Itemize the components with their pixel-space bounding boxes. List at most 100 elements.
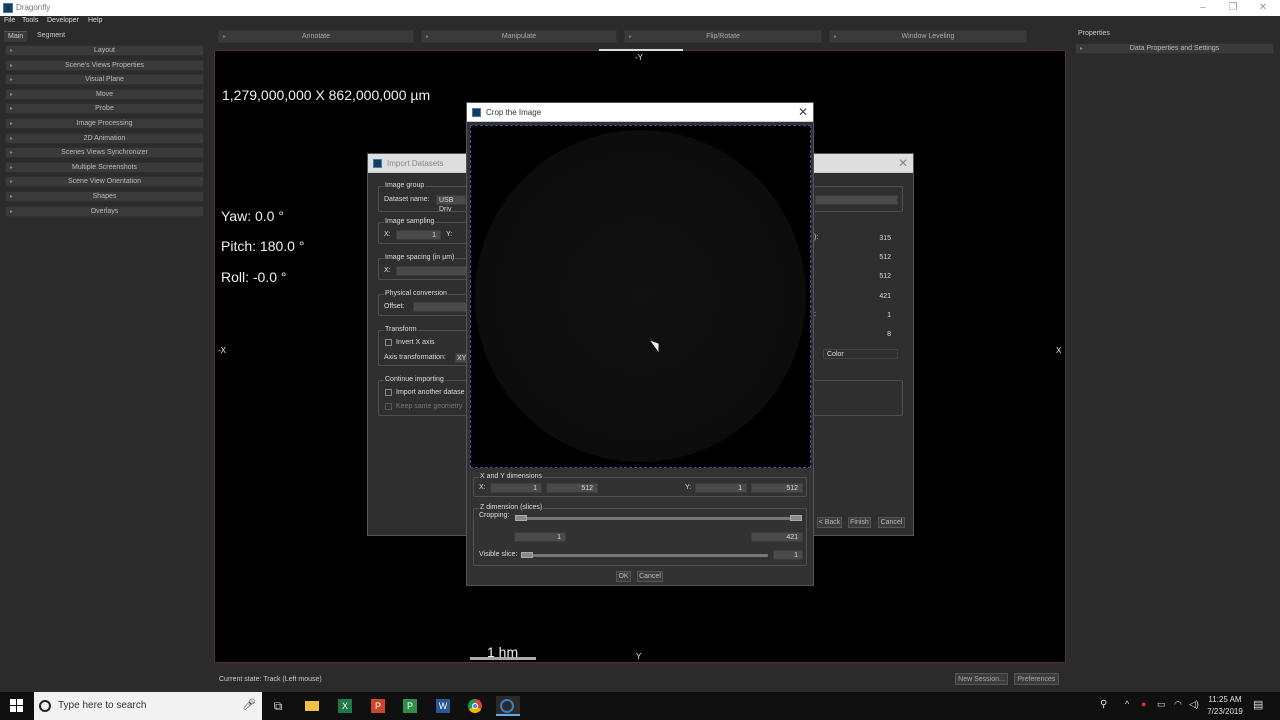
section-layout[interactable]: ▸ Layout — [5, 45, 204, 56]
sampling-x-input[interactable]: 1 — [396, 230, 441, 240]
minimize-icon[interactable]: – — [1188, 1, 1218, 14]
excel-icon[interactable]: X — [335, 696, 355, 716]
menu-tools[interactable]: Tools — [22, 17, 38, 24]
section-image-processing[interactable]: ▸ Image Processing — [5, 118, 204, 129]
image-sampling-legend: Image sampling — [384, 218, 436, 225]
import-dialog-title: Import Datasets — [387, 159, 444, 168]
preferences-button[interactable]: Preferences — [1014, 673, 1059, 685]
section-data-properties[interactable]: ▸ Data Properties and Settings — [1075, 43, 1274, 54]
section-label: Scene's Views Properties — [64, 61, 145, 69]
crop-preview[interactable] — [470, 125, 811, 468]
crop-dialog-title: Crop the Image — [486, 108, 542, 117]
z-dimension-legend: Z dimension (slices) — [479, 504, 544, 511]
section-scene-s-views-properties[interactable]: ▸ Scene's Views Properties — [5, 59, 204, 71]
word-icon[interactable]: W — [433, 696, 453, 716]
close-icon[interactable]: ✕ — [898, 156, 908, 170]
section-visual-plane[interactable]: ▸ Visual Plane — [5, 74, 204, 86]
file-explorer-icon[interactable] — [302, 696, 322, 716]
expand-arrow-icon: ▸ — [10, 77, 14, 84]
expand-arrow-icon: ▸ — [10, 121, 14, 127]
section-label: Move — [95, 90, 114, 98]
sampling-y-label: Y: — [446, 231, 453, 238]
menu-file[interactable]: File — [4, 17, 15, 24]
dataset-path-field[interactable] — [815, 195, 898, 205]
right-value-5[interactable]: 8 — [826, 329, 896, 339]
z-max-input[interactable]: 421 — [751, 532, 803, 542]
chrome-icon[interactable] — [465, 696, 485, 716]
section-overlays[interactable]: ▸ Overlays — [5, 205, 204, 217]
clock-date[interactable]: 7/23/2019 — [1203, 707, 1247, 716]
offset-input[interactable] — [413, 302, 468, 312]
tab-flip-rotate[interactable]: ▸ Flip/Rotate — [624, 30, 822, 43]
right-value-0[interactable]: 315 — [826, 233, 896, 243]
microphone-icon[interactable]: 🎤︎ — [242, 698, 256, 711]
windows-start-icon[interactable] — [10, 699, 24, 713]
cropping-slider-min-handle[interactable] — [515, 515, 527, 521]
new-session-button[interactable]: New Session... — [955, 673, 1008, 685]
dragonfly-taskbar-icon[interactable] — [496, 696, 520, 716]
show-hidden-icons[interactable]: ^ — [1125, 699, 1129, 709]
dataset-name-input[interactable]: USB Driv — [436, 195, 466, 213]
tab-window-leveling[interactable]: ▸ Window Leveling — [829, 30, 1027, 43]
expand-arrow-icon: ▸ — [10, 179, 14, 186]
section-scene-view-orientation[interactable]: ▸ Scene View Orientation — [5, 176, 204, 188]
section-probe[interactable]: ▸ Probe — [5, 103, 204, 115]
notifications-icon[interactable]: ▤ — [1253, 698, 1263, 711]
restore-icon[interactable]: ❐ — [1218, 1, 1248, 14]
invert-x-checkbox[interactable] — [385, 339, 392, 346]
close-icon[interactable]: ✕ — [798, 105, 808, 119]
visible-slice-slider-track[interactable] — [522, 554, 768, 557]
section-shapes[interactable]: ▸ Shapes — [5, 191, 204, 202]
axis-label-top: -Y — [635, 53, 643, 62]
visible-slice-slider-handle[interactable] — [521, 552, 533, 558]
tray-app-icon[interactable]: ● — [1141, 699, 1146, 709]
section-data-properties-label: Data Properties and Settings — [1129, 45, 1220, 52]
people-icon[interactable]: ⚲ — [1100, 699, 1107, 710]
import-another-checkbox[interactable] — [385, 389, 392, 396]
spacing-x-input[interactable] — [396, 266, 468, 276]
expand-arrow-icon: ▸ — [10, 208, 14, 215]
right-value-1[interactable]: 512 — [826, 252, 896, 262]
finish-button[interactable]: Finish — [848, 517, 871, 528]
section-scenes-views-synchronizer[interactable]: ▸ Scenes Views Synchronizer — [5, 147, 204, 159]
back-button[interactable]: < Back — [817, 517, 842, 528]
tab-annotate[interactable]: ▸ Annotate — [218, 30, 414, 43]
right-value-4[interactable]: 1 — [826, 310, 896, 320]
crop-x-min[interactable]: 1 — [490, 483, 542, 493]
crop-y-max[interactable]: 512 — [751, 483, 803, 493]
cropping-slider-max-handle[interactable] — [790, 515, 802, 521]
section-multiple-screenshots[interactable]: ▸ Multiple Screenshots — [5, 161, 204, 173]
z-min-input[interactable]: 1 — [514, 532, 566, 542]
crop-y-min[interactable]: 1 — [695, 483, 747, 493]
menu-help[interactable]: Help — [88, 17, 102, 24]
section-move[interactable]: ▸ Move — [5, 88, 204, 100]
menu-developer[interactable]: Developer — [47, 17, 79, 24]
tab-main[interactable]: Main — [4, 31, 28, 42]
taskbar-search-box[interactable]: Type here to search 🎤︎ — [34, 692, 262, 720]
ok-button[interactable]: OK — [616, 571, 631, 582]
project-icon[interactable]: P — [400, 696, 420, 716]
right-value-2[interactable]: 512 — [826, 271, 896, 281]
right-value-3[interactable]: 421 — [826, 291, 896, 301]
crop-image-dialog: Crop the Image ✕ X and Y dimensions X: 1… — [466, 102, 814, 586]
expand-arrow-icon: ▸ — [426, 34, 430, 40]
section-2d-animation[interactable]: ▸ 2D Animation — [5, 132, 204, 144]
tab-segment[interactable]: Segment — [33, 31, 69, 42]
visible-slice-input[interactable]: 1 — [773, 550, 803, 560]
cropping-slider-track[interactable] — [516, 517, 801, 520]
crop-x-max[interactable]: 512 — [546, 483, 598, 493]
clock-time[interactable]: 11:25 AM — [1203, 695, 1247, 704]
close-icon[interactable]: ✕ — [1248, 1, 1278, 14]
volume-icon[interactable]: ◁) — [1189, 699, 1199, 710]
import-cancel-button[interactable]: Cancel — [878, 517, 905, 528]
crop-cancel-button[interactable]: Cancel — [637, 571, 663, 582]
color-select[interactable]: Color — [823, 349, 898, 359]
keep-geometry-label: Keep same geometry — [396, 403, 463, 410]
wifi-icon[interactable]: ◠ — [1174, 699, 1182, 710]
image-spacing-legend: Image spacing (in µm) — [384, 254, 456, 261]
dialog-app-icon — [472, 108, 481, 117]
powerpoint-icon[interactable]: P — [368, 696, 388, 716]
task-view-icon[interactable]: ⧉ — [268, 696, 288, 716]
tab-manipulate[interactable]: ▸ Manipulate — [421, 30, 617, 43]
tray-network-icon[interactable]: ▭ — [1157, 699, 1166, 710]
